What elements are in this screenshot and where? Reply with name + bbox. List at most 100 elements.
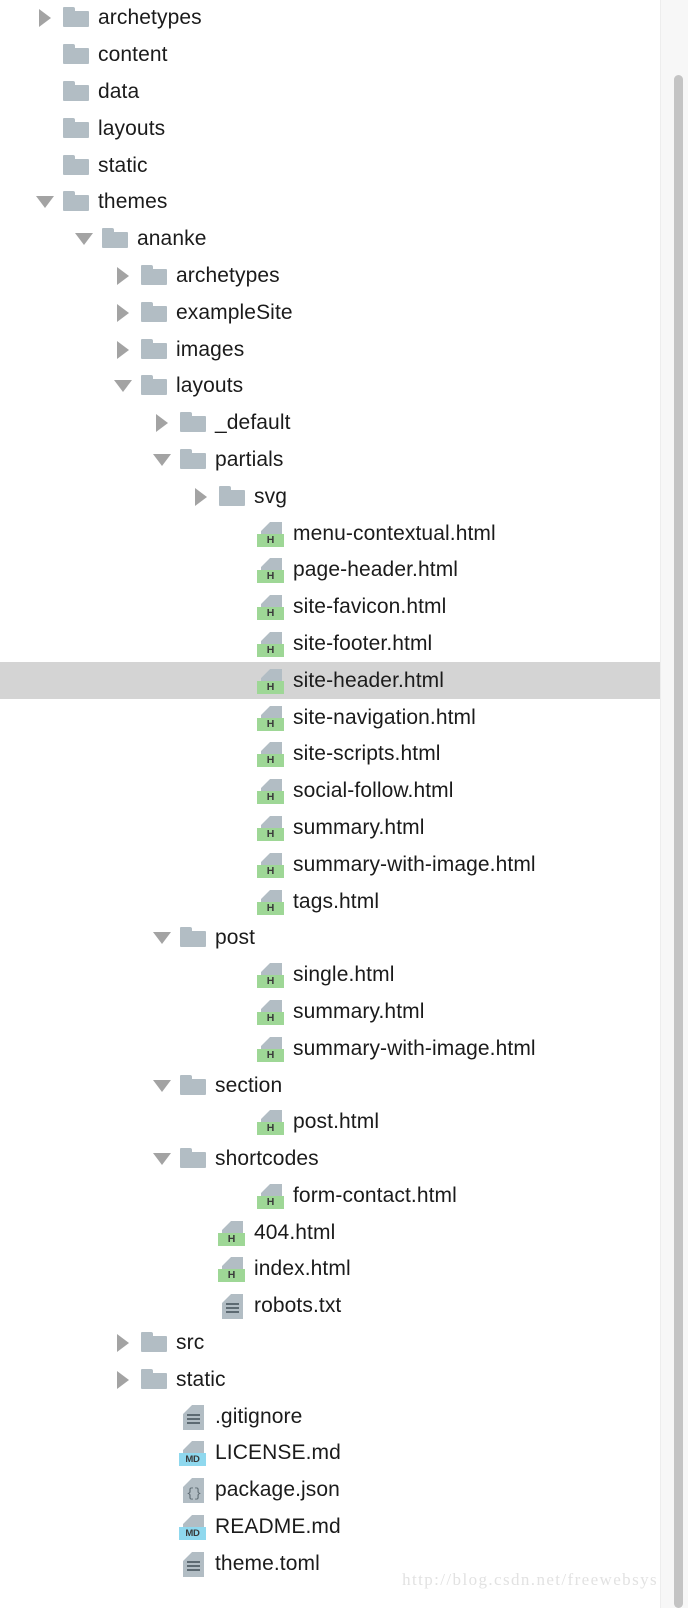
- html-file-icon: H: [257, 592, 287, 622]
- tree-file-row[interactable]: H 404.html: [0, 1214, 660, 1251]
- chevron-right-icon[interactable]: [110, 1361, 140, 1398]
- tree-file-row[interactable]: Hpage-header.html: [0, 552, 660, 589]
- tree-folder-row[interactable]: _default: [0, 405, 660, 442]
- tree-file-row[interactable]: Htags.html: [0, 883, 660, 920]
- chevron-down-icon[interactable]: [149, 920, 179, 957]
- tree-file-row[interactable]: .gitignore: [0, 1398, 660, 1435]
- html-file-icon: H: [257, 629, 287, 659]
- tree-item-label: site-footer.html: [293, 631, 433, 655]
- tree-item-label: themes: [98, 190, 168, 214]
- tree-folder-row[interactable]: src: [0, 1325, 660, 1362]
- tree-folder-row[interactable]: exampleSite: [0, 294, 660, 331]
- twisty-spacer: [188, 1214, 218, 1251]
- tree-folder-row[interactable]: archetypes: [0, 258, 660, 295]
- html-file-icon: H: [257, 1181, 287, 1211]
- vertical-scrollbar-track[interactable]: [660, 0, 688, 1608]
- tree-item-label: layouts: [98, 116, 166, 140]
- tree-file-row[interactable]: MD README.md: [0, 1509, 660, 1546]
- tree-item-label: LICENSE.md: [215, 1441, 341, 1465]
- twisty-spacer: [149, 1472, 179, 1509]
- twisty-spacer: [227, 736, 257, 773]
- chevron-right-icon[interactable]: [110, 1325, 140, 1362]
- chevron-down-icon[interactable]: [149, 1141, 179, 1178]
- twisty-spacer: [149, 1509, 179, 1546]
- tree-item-label: ananke: [137, 227, 207, 251]
- tree-file-row[interactable]: Hmenu-contextual.html: [0, 515, 660, 552]
- chevron-down-icon[interactable]: [149, 1067, 179, 1104]
- file-tree[interactable]: archetypes content data layouts static themes…: [0, 0, 660, 1608]
- tree-item-label: site-header.html: [293, 668, 445, 692]
- tree-file-row[interactable]: Hsummary-with-image.html: [0, 846, 660, 883]
- folder-icon: [179, 445, 209, 475]
- tree-file-row[interactable]: Hsingle.html: [0, 957, 660, 994]
- tree-item-label: archetypes: [176, 263, 280, 287]
- folder-icon: [62, 151, 92, 181]
- chevron-down-icon[interactable]: [149, 442, 179, 479]
- folder-icon: [101, 224, 131, 254]
- tree-item-label: section: [215, 1073, 283, 1097]
- tree-folder-row[interactable]: post: [0, 920, 660, 957]
- chevron-right-icon[interactable]: [32, 0, 62, 37]
- tree-item-label: package.json: [215, 1478, 340, 1502]
- tree-folder-row[interactable]: content: [0, 37, 660, 74]
- tree-folder-row[interactable]: svg: [0, 478, 660, 515]
- folder-icon: [140, 261, 170, 291]
- tree-file-row[interactable]: Hsummary-with-image.html: [0, 1030, 660, 1067]
- tree-folder-row[interactable]: static: [0, 147, 660, 184]
- chevron-right-icon[interactable]: [110, 258, 140, 295]
- twisty-spacer: [227, 994, 257, 1031]
- chevron-down-icon[interactable]: [71, 221, 101, 258]
- tree-file-row[interactable]: Hsocial-follow.html: [0, 773, 660, 810]
- tree-item-label: single.html: [293, 963, 395, 987]
- tree-folder-row[interactable]: shortcodes: [0, 1141, 660, 1178]
- tree-folder-row[interactable]: themes: [0, 184, 660, 221]
- tree-item-label: content: [98, 43, 168, 67]
- tree-folder-row[interactable]: archetypes: [0, 0, 660, 37]
- tree-item-label: index.html: [254, 1257, 351, 1281]
- tree-file-row[interactable]: Hsite-navigation.html: [0, 699, 660, 736]
- tree-folder-row[interactable]: partials: [0, 442, 660, 479]
- tree-folder-row[interactable]: layouts: [0, 110, 660, 147]
- html-file-icon: H: [257, 703, 287, 733]
- tree-folder-row[interactable]: layouts: [0, 368, 660, 405]
- twisty-spacer: [188, 1251, 218, 1288]
- chevron-right-icon[interactable]: [149, 405, 179, 442]
- tree-folder-row[interactable]: images: [0, 331, 660, 368]
- tree-file-row[interactable]: Hpost.html: [0, 1104, 660, 1141]
- folder-icon: [62, 114, 92, 144]
- tree-file-row[interactable]: Hsite-favicon.html: [0, 589, 660, 626]
- tree-folder-row[interactable]: data: [0, 74, 660, 111]
- tree-file-row[interactable]: Hsite-scripts.html: [0, 736, 660, 773]
- tree-item-label: form-contact.html: [293, 1183, 457, 1207]
- tree-item-label: menu-contextual.html: [293, 521, 496, 545]
- html-file-icon: H: [257, 813, 287, 843]
- chevron-right-icon[interactable]: [110, 331, 140, 368]
- tree-item-label: data: [98, 79, 140, 103]
- tree-file-row[interactable]: MD LICENSE.md: [0, 1435, 660, 1472]
- chevron-down-icon[interactable]: [32, 184, 62, 221]
- vertical-scrollbar-thumb[interactable]: [674, 75, 683, 1608]
- twisty-spacer: [32, 110, 62, 147]
- chevron-right-icon[interactable]: [188, 478, 218, 515]
- tree-file-row[interactable]: Hsite-footer.html: [0, 626, 660, 663]
- tree-item-label: robots.txt: [254, 1294, 342, 1318]
- html-file-icon: H: [257, 776, 287, 806]
- tree-file-row[interactable]: Hindex.html: [0, 1251, 660, 1288]
- tree-file-row[interactable]: Hsummary.html: [0, 994, 660, 1031]
- tree-file-row[interactable]: {} package.json: [0, 1472, 660, 1509]
- twisty-spacer: [149, 1435, 179, 1472]
- tree-folder-row[interactable]: section: [0, 1067, 660, 1104]
- tree-folder-row[interactable]: ananke: [0, 221, 660, 258]
- folder-icon: [218, 482, 248, 512]
- twisty-spacer: [227, 552, 257, 589]
- folder-icon: [179, 1071, 209, 1101]
- tree-file-row[interactable]: Hsite-header.html: [0, 662, 660, 700]
- tree-file-row[interactable]: Hsummary.html: [0, 810, 660, 847]
- tree-file-row[interactable]: Hform-contact.html: [0, 1178, 660, 1215]
- tree-item-label: images: [176, 337, 245, 361]
- tree-file-row[interactable]: robots.txt: [0, 1288, 660, 1325]
- chevron-right-icon[interactable]: [110, 294, 140, 331]
- folder-icon: [140, 298, 170, 328]
- tree-folder-row[interactable]: static: [0, 1361, 660, 1398]
- chevron-down-icon[interactable]: [110, 368, 140, 405]
